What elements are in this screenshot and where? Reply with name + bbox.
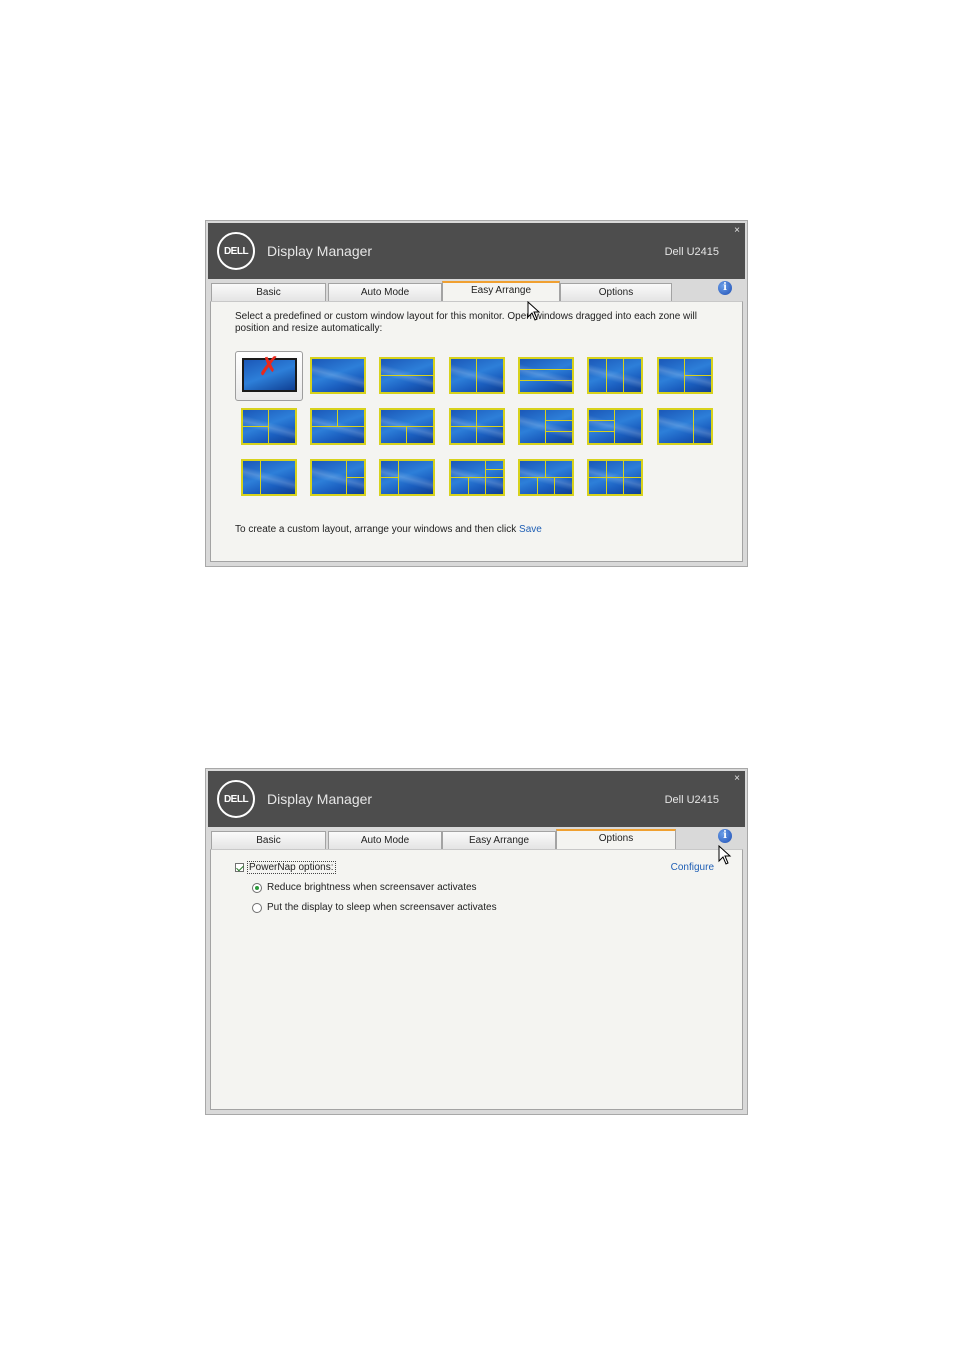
- dell-logo: DELL: [217, 780, 255, 818]
- layout-left-wide-plus-two-right[interactable]: [379, 459, 435, 496]
- radio-sleep-display[interactable]: Put the display to sleep when screensave…: [252, 902, 497, 913]
- monitor-name: Dell U2415: [664, 794, 719, 806]
- layout-none[interactable]: ✗: [235, 351, 303, 401]
- close-button[interactable]: ×: [734, 226, 740, 236]
- footer-text: To create a custom layout, arrange your …: [235, 524, 520, 535]
- layout-description: Select a predefined or custom window lay…: [235, 311, 697, 334]
- close-button[interactable]: ×: [734, 774, 740, 784]
- radio-button[interactable]: [252, 902, 262, 913]
- dell-logo: DELL: [217, 232, 255, 270]
- configure-link[interactable]: Configure: [671, 862, 714, 873]
- display-manager-window-options: DELL Display Manager Dell U2415 × Basic …: [205, 768, 748, 1115]
- display-manager-window-easy-arrange: DELL Display Manager Dell U2415 × Basic …: [205, 220, 748, 567]
- layout-bottom-plus-two-top[interactable]: [379, 408, 435, 445]
- layout-three-top-plus-two-bottom[interactable]: [518, 459, 574, 496]
- layout-two-vertical-wide[interactable]: [241, 459, 297, 496]
- tab-bar: Basic Auto Mode Easy Arrange Options i: [210, 281, 743, 301]
- custom-layout-hint: To create a custom layout, arrange your …: [235, 524, 542, 535]
- powernap-label[interactable]: PowerNap options:: [247, 861, 336, 874]
- layout-top-plus-two-bottom[interactable]: [310, 408, 366, 445]
- layout-right-plus-three-left[interactable]: [587, 408, 643, 445]
- tab-bar: Basic Auto Mode Easy Arrange Options i: [210, 829, 743, 849]
- layout-right-plus-two-left-alt[interactable]: [310, 459, 366, 496]
- radio-button-selected[interactable]: [252, 882, 262, 893]
- tab-auto-mode[interactable]: Auto Mode: [328, 283, 442, 301]
- layout-left-plus-three-right[interactable]: [518, 408, 574, 445]
- easy-arrange-panel: Select a predefined or custom window lay…: [210, 301, 743, 562]
- monitor-name: Dell U2415: [664, 246, 719, 258]
- layout-two-horizontal[interactable]: [379, 357, 435, 394]
- app-title: Display Manager: [267, 791, 373, 807]
- layout-two-vertical-narrow-right[interactable]: [657, 408, 713, 445]
- radio-reduce-brightness[interactable]: Reduce brightness when screensaver activ…: [252, 882, 477, 893]
- powernap-checkbox[interactable]: [235, 863, 244, 872]
- no-layout-x-icon: ✗: [258, 352, 280, 382]
- mouse-cursor-icon: [527, 301, 541, 321]
- layout-left-plus-two-right[interactable]: [657, 357, 713, 394]
- save-link[interactable]: Save: [519, 524, 542, 535]
- tab-easy-arrange[interactable]: Easy Arrange: [442, 281, 560, 301]
- info-icon[interactable]: i: [718, 829, 732, 843]
- title-bar: DELL Display Manager Dell U2415 ×: [208, 771, 745, 827]
- layout-three-vertical[interactable]: [587, 357, 643, 394]
- mouse-cursor-icon: [718, 845, 732, 865]
- tab-basic[interactable]: Basic: [211, 283, 326, 301]
- radio-label: Reduce brightness when screensaver activ…: [267, 882, 477, 893]
- layout-six-grid[interactable]: [587, 459, 643, 496]
- tab-auto-mode[interactable]: Auto Mode: [328, 831, 442, 849]
- layout-four-grid[interactable]: [449, 408, 505, 445]
- info-icon[interactable]: i: [718, 281, 732, 295]
- layout-full[interactable]: [310, 357, 366, 394]
- title-bar: DELL Display Manager Dell U2415 ×: [208, 223, 745, 279]
- layout-two-vertical[interactable]: [449, 357, 505, 394]
- options-panel: PowerNap options: Configure Reduce brigh…: [210, 849, 743, 1110]
- layout-right-plus-two-left[interactable]: [241, 408, 297, 445]
- tab-options[interactable]: Options: [560, 283, 672, 301]
- tab-options[interactable]: Options: [556, 829, 676, 849]
- layout-three-horizontal[interactable]: [518, 357, 574, 394]
- layout-two-top-plus-three-bottom[interactable]: [449, 459, 505, 496]
- radio-label: Put the display to sleep when screensave…: [267, 902, 497, 913]
- powernap-option[interactable]: PowerNap options:: [235, 861, 336, 874]
- tab-easy-arrange[interactable]: Easy Arrange: [442, 831, 556, 849]
- tab-basic[interactable]: Basic: [211, 831, 326, 849]
- app-title: Display Manager: [267, 243, 373, 259]
